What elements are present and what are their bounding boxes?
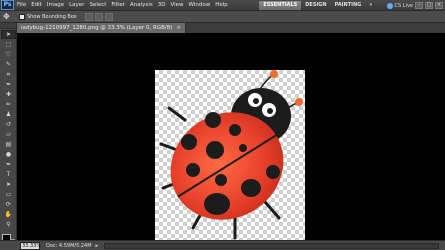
- menu-view[interactable]: View: [170, 0, 183, 11]
- workspace-more-button[interactable]: »: [365, 1, 376, 10]
- path-selection-tool[interactable]: ➤: [1, 180, 16, 189]
- dodge-tool[interactable]: ●: [1, 150, 16, 159]
- brush-tool[interactable]: ✏: [1, 100, 16, 109]
- menu-help[interactable]: Help: [215, 0, 228, 11]
- menu-filter[interactable]: Filter: [111, 0, 125, 11]
- show-bounding-box-label: Show Bounding Box: [27, 13, 77, 20]
- move-tool[interactable]: ➤: [1, 30, 16, 39]
- document-info: Doc: 4.59M/5.24M: [46, 242, 92, 249]
- healing-brush-tool[interactable]: ✚: [1, 90, 16, 99]
- pen-tool[interactable]: ✒: [1, 160, 16, 169]
- crop-icon: ⌗: [6, 70, 11, 78]
- cs-live-button[interactable]: CS Live: [386, 2, 413, 9]
- path-selection-icon: ➤: [5, 180, 12, 188]
- menu-layer[interactable]: Layer: [69, 0, 84, 11]
- hand-icon: ✋: [4, 210, 13, 218]
- status-menu-arrow-icon[interactable]: ▸: [96, 243, 99, 249]
- align-middle-icon[interactable]: [94, 12, 103, 21]
- zoom-level-field[interactable]: 33.33%: [20, 241, 41, 250]
- menu-items: File Edit Image Layer Select Filter Anal…: [17, 0, 233, 11]
- quick-selection-icon: ✎: [5, 60, 12, 68]
- brush-icon: ✏: [5, 100, 12, 108]
- pen-icon: ✒: [5, 160, 12, 168]
- document-tab[interactable]: ladybug-1210997_1280.png @ 33.3% (Layer …: [17, 23, 186, 33]
- photoshop-logo: Ps: [1, 0, 14, 10]
- eyedropper-icon: ✒: [5, 80, 12, 88]
- menu-window[interactable]: Window: [189, 0, 211, 11]
- eraser-tool[interactable]: ▱: [1, 130, 16, 139]
- 3d-rotate-icon: ⟳: [5, 200, 12, 208]
- gradient-icon: ▤: [5, 140, 12, 148]
- cs-live-icon: [386, 2, 393, 9]
- menu-analysis[interactable]: Analysis: [130, 0, 153, 11]
- history-brush-tool[interactable]: ↺: [1, 120, 16, 129]
- type-icon: T: [6, 170, 11, 178]
- menu-3d[interactable]: 3D: [158, 0, 166, 11]
- ladybug-image: [159, 70, 303, 240]
- healing-brush-icon: ✚: [5, 90, 12, 98]
- status-bar: 33.33% Doc: 4.59M/5.24M ▸: [0, 240, 445, 250]
- shape-tool[interactable]: ▭: [1, 190, 16, 199]
- options-bar: ✥ Show Bounding Box: [0, 11, 445, 23]
- workspace-essentials-button[interactable]: ESSENTIALS: [259, 1, 302, 10]
- antenna-tip-right: [295, 98, 303, 106]
- marquee-tool[interactable]: ⬚: [1, 40, 16, 49]
- menu-image[interactable]: Image: [47, 0, 64, 11]
- eyedropper-tool[interactable]: ✒: [1, 80, 16, 89]
- photoshop-window: Ps File Edit Image Layer Select Filter A…: [0, 0, 445, 250]
- show-bounding-box-checkbox[interactable]: [19, 13, 25, 20]
- zoom-icon: ⚲: [6, 220, 11, 228]
- horizontal-scrollbar[interactable]: [104, 242, 439, 249]
- move-tool-icon[interactable]: ✥: [3, 12, 15, 22]
- zoom-tool[interactable]: ⚲: [1, 220, 16, 229]
- hand-tool[interactable]: ✋: [1, 210, 16, 219]
- menu-select[interactable]: Select: [89, 0, 106, 11]
- canvas-area[interactable]: [17, 33, 445, 247]
- lasso-icon: ➰: [4, 50, 13, 58]
- crop-tool[interactable]: ⌗: [1, 70, 16, 79]
- dodge-icon: ●: [5, 150, 12, 158]
- close-window-button[interactable]: ×: [435, 2, 443, 9]
- 3d-rotate-tool[interactable]: ⟳: [1, 200, 16, 209]
- close-document-icon[interactable]: ×: [176, 25, 181, 31]
- show-bounding-box-option[interactable]: Show Bounding Box: [19, 13, 77, 20]
- document-canvas[interactable]: [155, 70, 305, 247]
- minimize-button[interactable]: –: [415, 2, 423, 9]
- tools-panel: ➤ ⬚ ➰ ✎ ⌗ ✒ ✚ ✏ ♟ ↺ ▱ ▤ ● ✒ T ➤ ▭ ⟳ ✋ ⚲: [0, 23, 17, 250]
- workspace-design-button[interactable]: DESIGN: [301, 1, 330, 10]
- move-icon: ➤: [5, 30, 12, 38]
- workspace-switcher: ESSENTIALS DESIGN PAINTING » CS Live – □…: [259, 1, 443, 10]
- quick-selection-tool[interactable]: ✎: [1, 60, 16, 69]
- shape-icon: ▭: [5, 190, 12, 198]
- clone-stamp-icon: ♟: [5, 110, 12, 118]
- menu-bar: Ps File Edit Image Layer Select Filter A…: [0, 0, 445, 11]
- antenna-tip-left: [270, 70, 278, 78]
- cs-live-label: CS Live: [394, 2, 413, 9]
- tools-panel-grip[interactable]: [0, 23, 16, 29]
- menu-edit[interactable]: Edit: [31, 0, 42, 11]
- maximize-button[interactable]: □: [425, 2, 433, 9]
- eraser-icon: ▱: [6, 130, 11, 138]
- marquee-icon: ⬚: [5, 40, 12, 48]
- workspace-painting-button[interactable]: PAINTING: [331, 1, 366, 10]
- menu-file[interactable]: File: [17, 0, 26, 11]
- type-tool[interactable]: T: [1, 170, 16, 179]
- lasso-tool[interactable]: ➰: [1, 50, 16, 59]
- align-buttons: [84, 12, 115, 21]
- align-bottom-icon[interactable]: [104, 12, 113, 21]
- document-tab-bar: ladybug-1210997_1280.png @ 33.3% (Layer …: [17, 23, 445, 33]
- history-brush-icon: ↺: [5, 120, 12, 128]
- align-top-icon[interactable]: [84, 12, 93, 21]
- clone-stamp-tool[interactable]: ♟: [1, 110, 16, 119]
- gradient-tool[interactable]: ▤: [1, 140, 16, 149]
- document-tab-label: ladybug-1210997_1280.png @ 33.3% (Layer …: [21, 25, 173, 31]
